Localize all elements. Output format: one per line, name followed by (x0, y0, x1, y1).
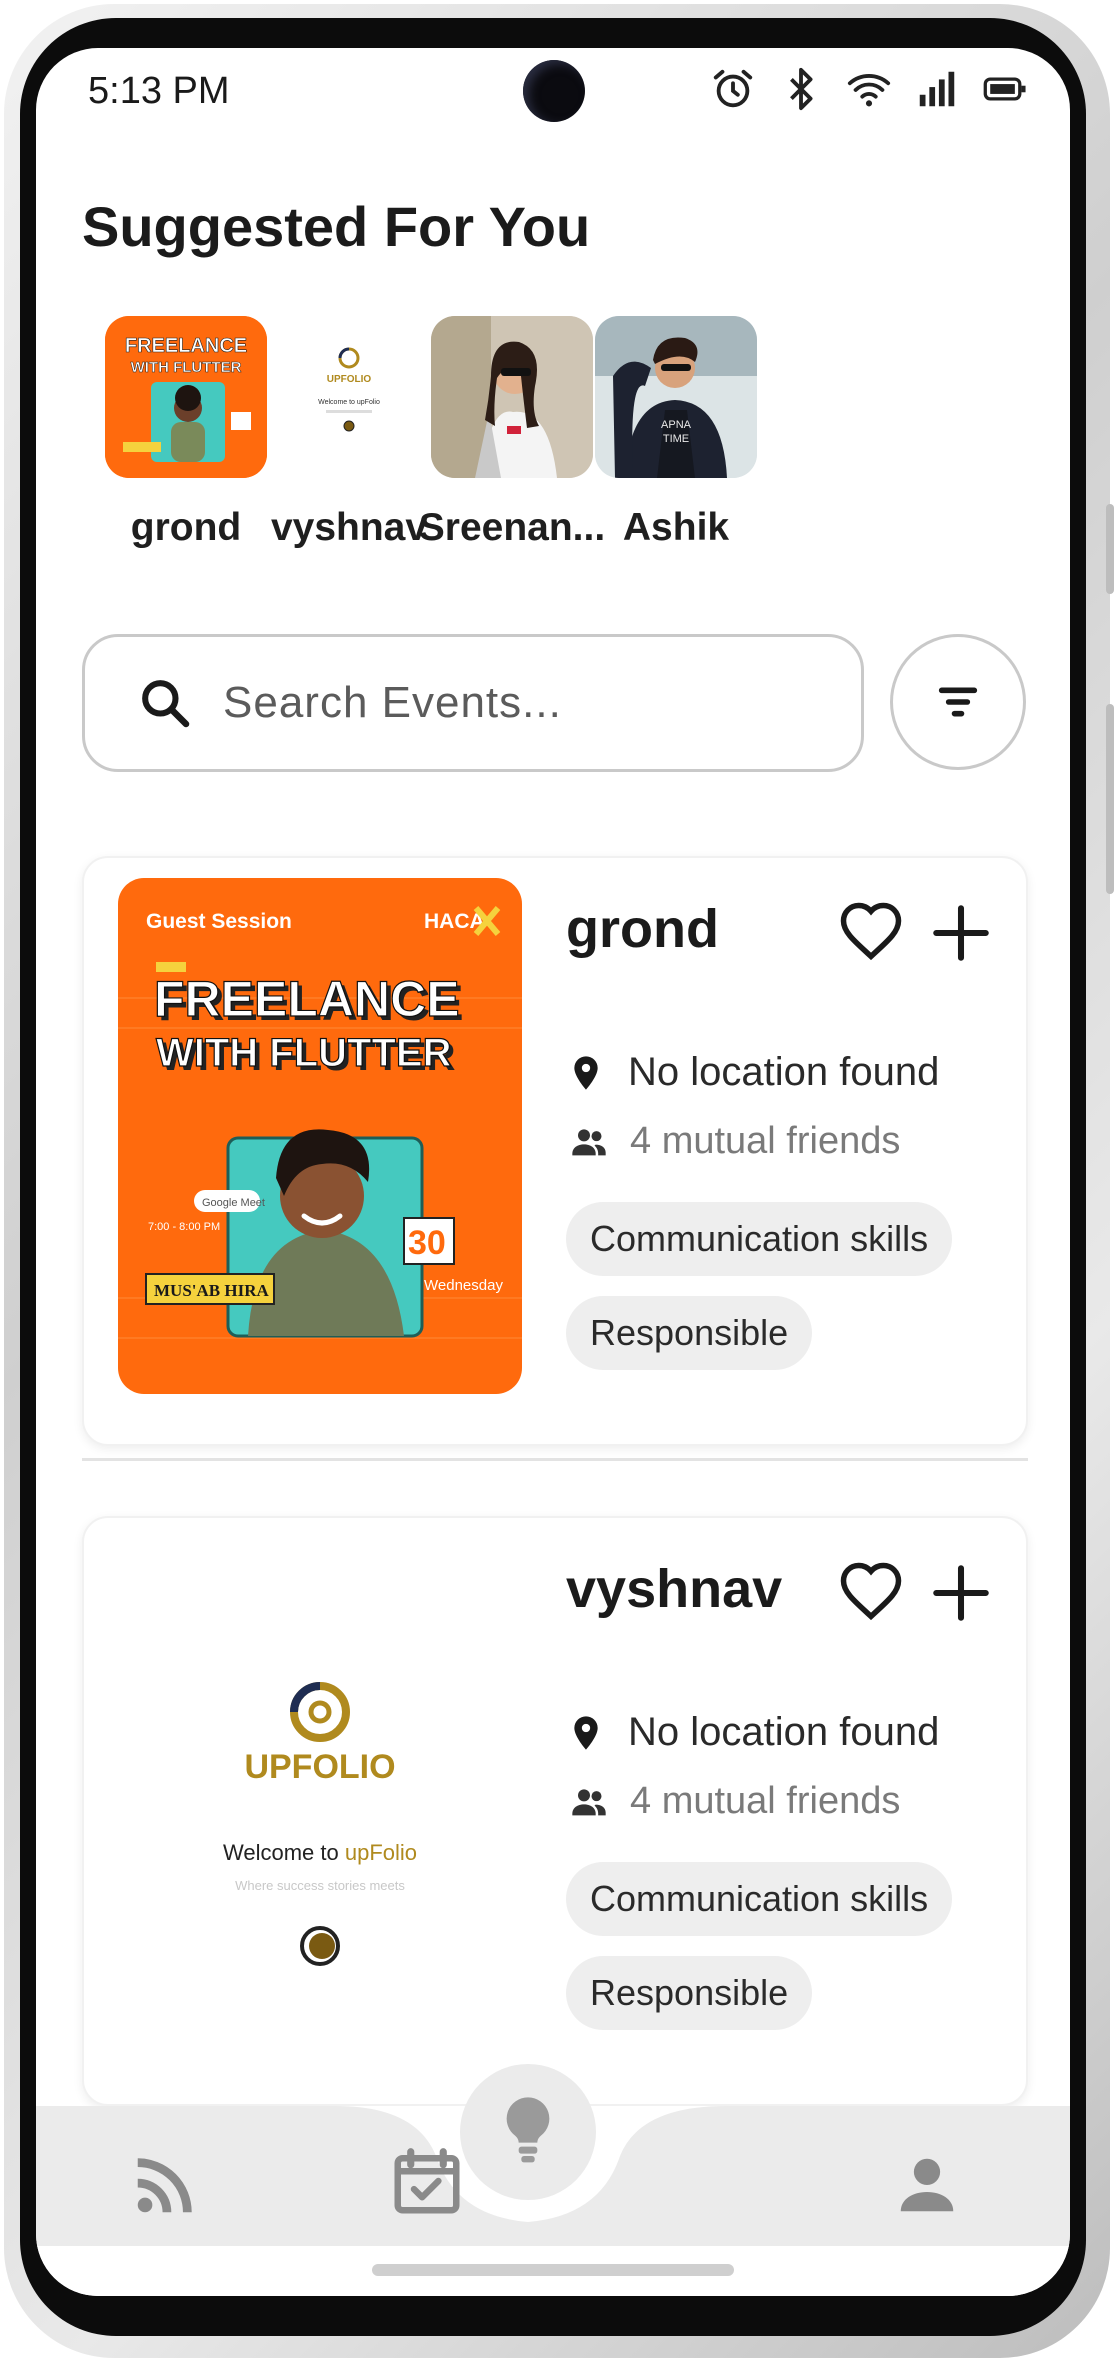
battery-icon (983, 77, 1026, 101)
people-icon (572, 1788, 606, 1815)
feed-icon (137, 2158, 192, 2213)
search-input[interactable] (223, 678, 783, 728)
poster-speaker: MUS'AB HIRA (154, 1281, 269, 1300)
location-text: No location found (628, 1710, 940, 1754)
event-location: No location found (566, 1710, 939, 1755)
event-image: UPFOLIO Welcome to upFolio Where success… (118, 1538, 522, 2054)
svg-text:APNA: APNA (661, 419, 692, 431)
signal-icon (919, 71, 955, 107)
status-icons (710, 66, 1028, 112)
svg-text:Google Meet: Google Meet (202, 1197, 265, 1209)
lightbulb-icon (506, 2097, 550, 2163)
location-text: No location found (628, 1050, 940, 1094)
poster-line1: FREELANCE (154, 971, 460, 1027)
location-pin-icon (574, 1055, 598, 1090)
upfolio-logo-text: UPFOLIO (244, 1748, 395, 1786)
upfolio-welcome: Welcome to upFolio (223, 1840, 417, 1865)
svg-text:WITH FLUTTER: WITH FLUTTER (131, 359, 242, 376)
filter-button[interactable] (890, 634, 1026, 770)
svg-text:UPFOLIO: UPFOLIO (327, 374, 372, 385)
event-image: Guest Session HACA FREELANCE FREELANCE W… (118, 878, 522, 1394)
svg-text:TIME: TIME (663, 433, 689, 445)
section-title: Suggested For You (82, 195, 591, 258)
event-friends: 4 mutual friends (566, 1120, 900, 1163)
app-screen: 5:13 PM Suggested For You FREELANCE WITH… (36, 48, 1070, 2296)
alarm-icon (713, 69, 753, 108)
poster-weekday: Wednesday (424, 1277, 503, 1294)
poster-brand: HACA (424, 910, 485, 933)
suggested-list: FREELANCE WITH FLUTTER grond UPFOLIO Wel… (76, 316, 1066, 556)
volume-button (1106, 504, 1114, 594)
front-camera (523, 60, 585, 122)
filter-icon (938, 687, 978, 717)
poster-day: 30 (408, 1224, 446, 1262)
favorite-heart-icon[interactable] (838, 900, 904, 966)
card-divider (82, 1458, 1028, 1461)
upfolio-tagline: Where success stories meets (235, 1878, 405, 1893)
add-plus-icon[interactable] (928, 1560, 994, 1626)
wifi-icon (847, 74, 891, 107)
skill-chip[interactable]: Responsible (566, 1296, 813, 1370)
friends-text: 4 mutual friends (630, 1120, 901, 1162)
nav-ideas[interactable] (460, 2064, 596, 2200)
upfolio-poster: UPFOLIO Welcome to upFolio Where success… (118, 1538, 522, 2054)
skill-chip[interactable]: Communication skills (566, 1862, 953, 1936)
skill-chip[interactable]: Responsible (566, 1956, 813, 2030)
nav-feed[interactable] (124, 2146, 204, 2226)
svg-text:FREELANCE: FREELANCE (125, 335, 247, 357)
power-button (1106, 704, 1114, 894)
event-title: vyshnav (566, 1559, 783, 1619)
nav-profile[interactable] (886, 2144, 968, 2226)
search-icon (142, 680, 190, 728)
people-icon (572, 1128, 606, 1155)
add-plus-icon[interactable] (928, 900, 994, 966)
event-card[interactable]: Guest Session HACA FREELANCE FREELANCE W… (82, 856, 1028, 1446)
suggested-name: Ashik (622, 506, 730, 549)
bottom-navigation (36, 2064, 1070, 2246)
event-poster: Guest Session HACA FREELANCE FREELANCE W… (118, 878, 522, 1394)
suggested-item[interactable]: APNA TIME Ashik (566, 316, 786, 550)
event-card[interactable]: UPFOLIO Welcome to upFolio Where success… (82, 1516, 1028, 2106)
favorite-heart-icon[interactable] (838, 1560, 904, 1626)
location-pin-icon (574, 1715, 598, 1750)
svg-text:7:00 - 8:00 PM: 7:00 - 8:00 PM (148, 1221, 220, 1233)
event-location: No location found (566, 1050, 939, 1095)
calendar-check-icon (394, 2148, 460, 2214)
bluetooth-icon (790, 67, 813, 111)
status-time: 5:13 PM (88, 70, 230, 112)
nav-calendar[interactable] (382, 2136, 472, 2226)
search-bar[interactable] (82, 634, 864, 772)
skill-chip[interactable]: Communication skills (566, 1202, 953, 1276)
profile-icon (900, 2158, 954, 2212)
event-friends: 4 mutual friends (566, 1780, 900, 1823)
event-title: grond (566, 899, 719, 959)
profile-photo: APNA TIME (595, 316, 757, 478)
svg-text:Welcome to upFolio: Welcome to upFolio (318, 399, 380, 406)
home-indicator[interactable] (372, 2264, 734, 2276)
poster-guest-session: Guest Session (146, 910, 292, 933)
friends-text: 4 mutual friends (630, 1780, 901, 1822)
poster-line2: WITH FLUTTER (156, 1031, 452, 1075)
suggested-thumb: APNA TIME (595, 316, 757, 478)
